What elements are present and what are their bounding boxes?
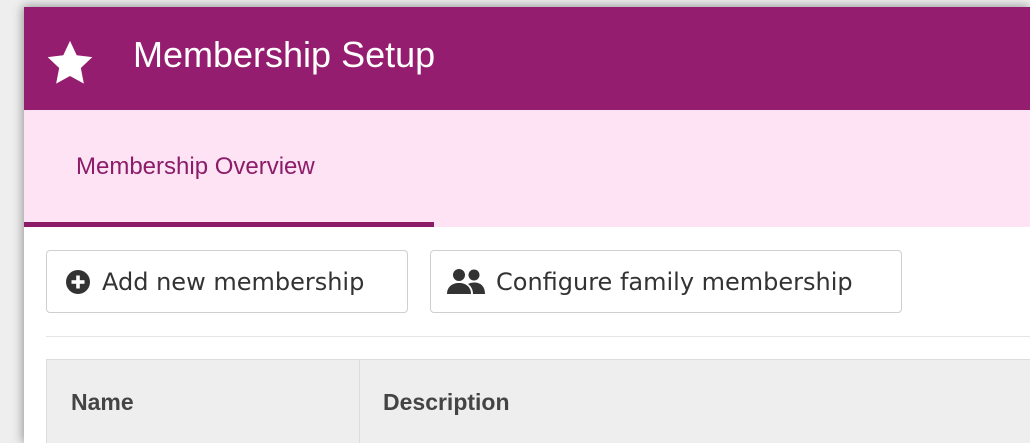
tab-membership-overview[interactable]: Membership Overview — [24, 110, 434, 227]
plus-circle-icon — [66, 269, 90, 294]
toolbar-divider — [46, 336, 1030, 337]
configure-family-membership-button[interactable]: Configure family membership — [430, 250, 902, 313]
column-header-name[interactable]: Name — [47, 360, 360, 443]
configure-family-label: Configure family membership — [496, 267, 853, 296]
users-icon — [447, 268, 485, 294]
add-membership-label: Add new membership — [102, 267, 365, 296]
column-header-description[interactable]: Description — [360, 360, 1030, 443]
add-membership-button[interactable]: Add new membership — [46, 250, 408, 313]
app-window: Membership Setup Membership Overview Add… — [24, 7, 1030, 443]
toolbar: Add new membership Configure family memb… — [24, 227, 1030, 339]
membership-table: Name Description — [46, 359, 1030, 443]
tab-label: Membership Overview — [76, 153, 315, 180]
page-title: Membership Setup — [133, 34, 436, 75]
page-header: Membership Setup — [24, 7, 1030, 110]
tab-bar: Membership Overview — [24, 110, 1030, 227]
star-icon — [47, 40, 93, 84]
